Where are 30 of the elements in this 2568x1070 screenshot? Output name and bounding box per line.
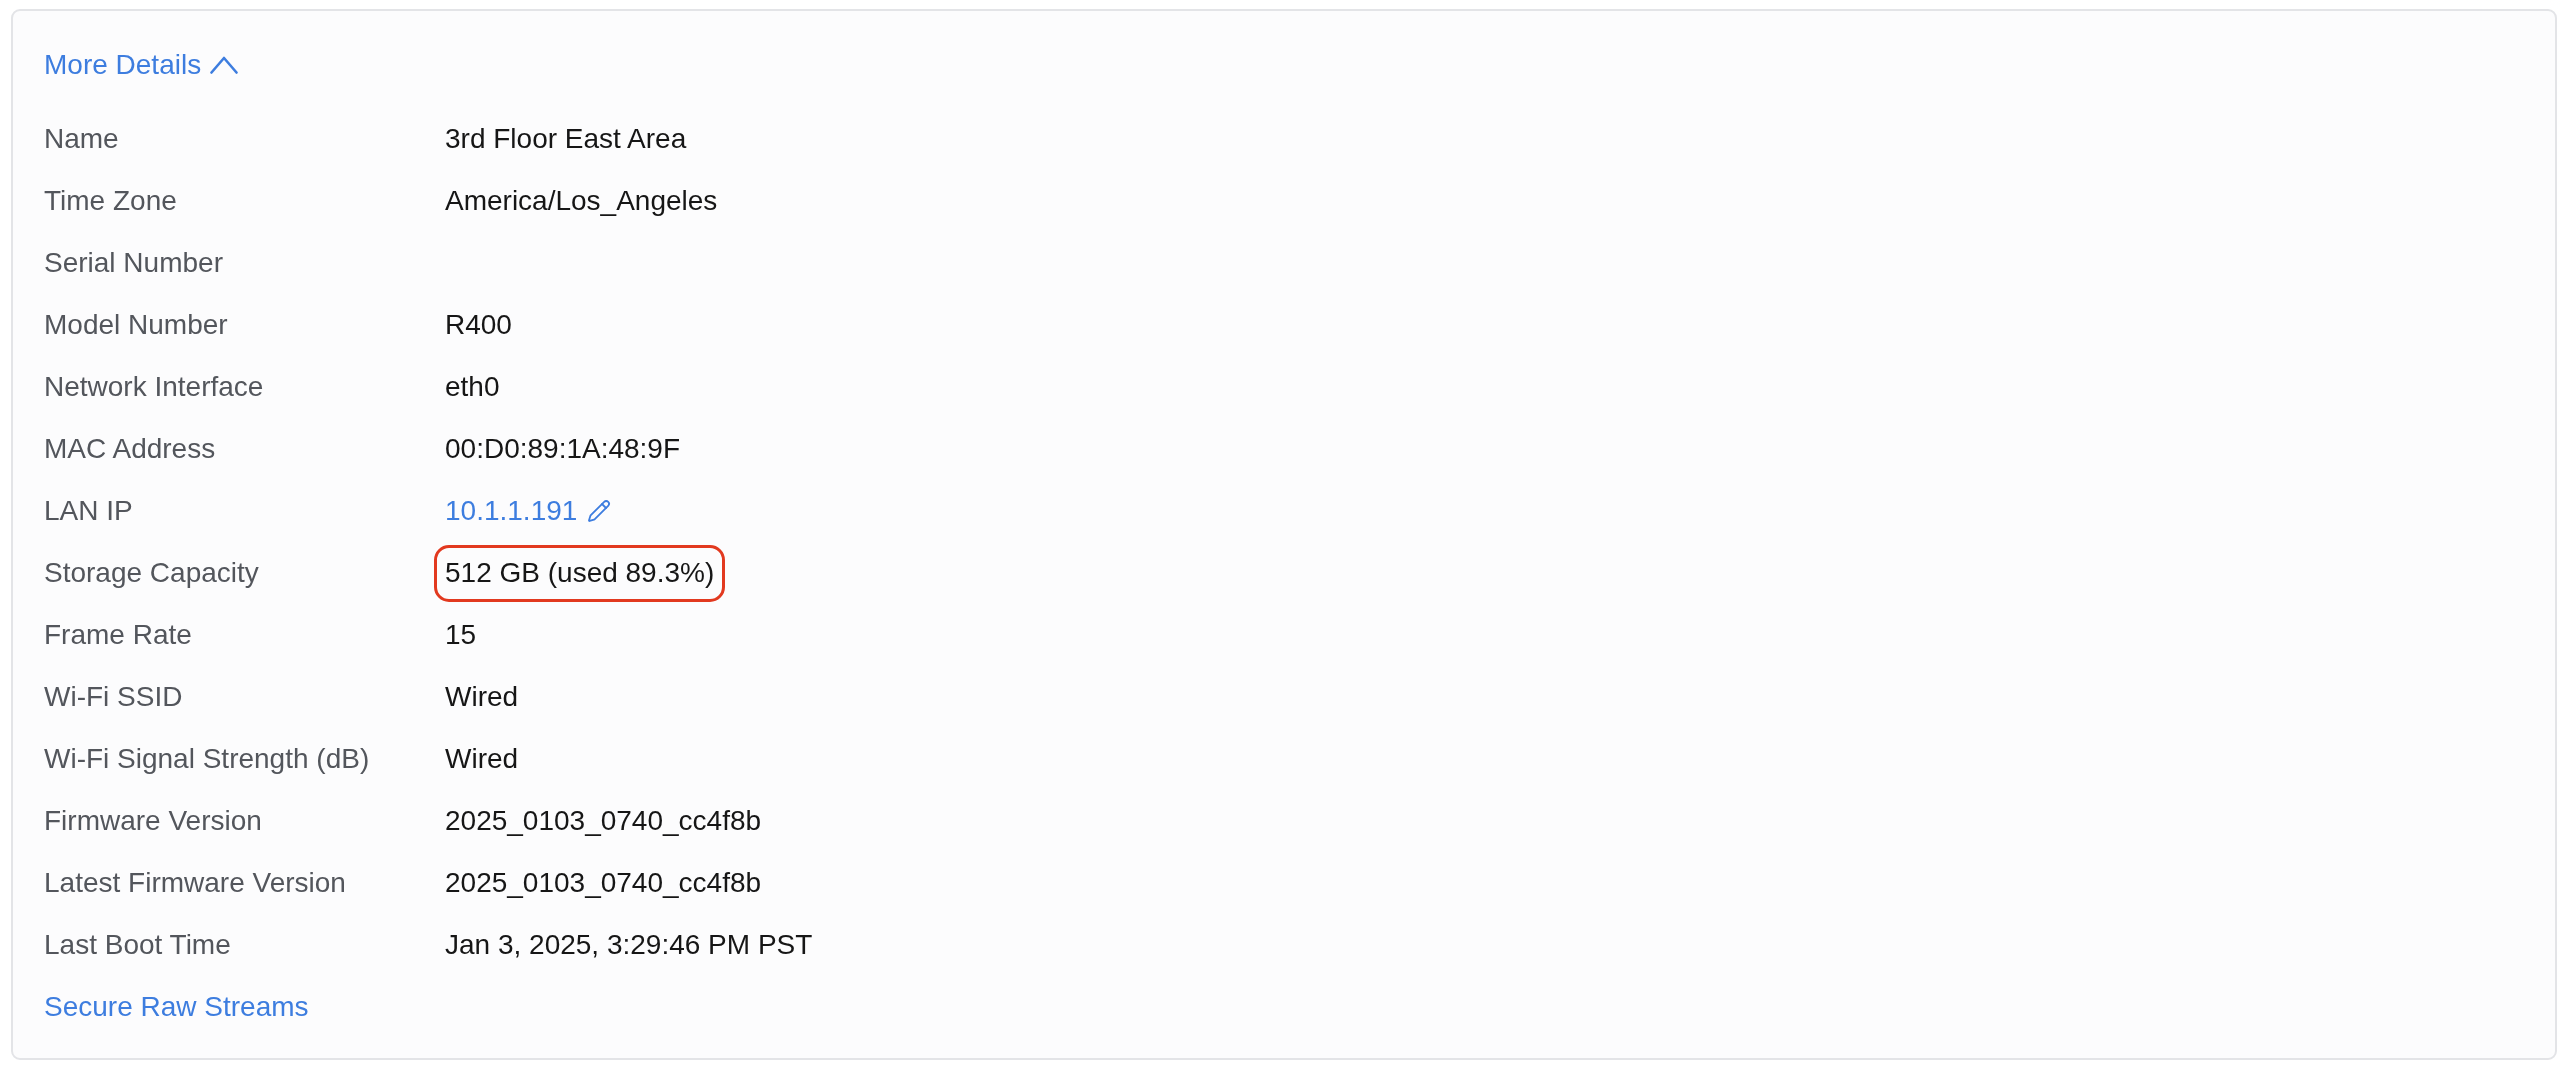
field-label: LAN IP bbox=[44, 495, 133, 527]
field-label: Latest Firmware Version bbox=[44, 867, 346, 899]
field-value: 2025_0103_0740_cc4f8b bbox=[445, 805, 762, 837]
field-value: eth0 bbox=[445, 371, 500, 403]
field-value: Wired bbox=[445, 743, 519, 775]
field-label: Storage Capacity bbox=[44, 557, 259, 589]
field-value: 3rd Floor East Area bbox=[445, 123, 687, 155]
field-value: Wired bbox=[445, 681, 519, 713]
more-details-toggle[interactable]: More Details bbox=[44, 45, 239, 85]
field-value: R400 bbox=[445, 309, 512, 341]
secure-raw-streams-link[interactable]: Secure Raw Streams bbox=[44, 991, 309, 1023]
field-label: Firmware Version bbox=[44, 805, 262, 837]
pencil-icon[interactable] bbox=[587, 499, 612, 523]
field-value: 15 bbox=[445, 619, 477, 651]
field-value: Jan 3, 2025, 3:29:46 PM PST bbox=[445, 929, 813, 961]
field-label: Serial Number bbox=[44, 247, 223, 279]
field-label: Time Zone bbox=[44, 185, 177, 217]
field-label: Last Boot Time bbox=[44, 929, 231, 961]
field-label: Network Interface bbox=[44, 371, 264, 403]
field-value: 00:D0:89:1A:48:9F bbox=[445, 433, 681, 465]
field-value: 2025_0103_0740_cc4f8b bbox=[445, 867, 762, 899]
field-label: Wi-Fi Signal Strength (dB) bbox=[44, 743, 370, 775]
ip-link[interactable]: 10.1.1.191 bbox=[445, 495, 578, 527]
field-label: Wi-Fi SSID bbox=[44, 681, 183, 713]
field-label: Name bbox=[44, 123, 119, 155]
field-value: America/Los_Angeles bbox=[445, 185, 718, 217]
field-label: Frame Rate bbox=[44, 619, 192, 651]
field-label: Model Number bbox=[44, 309, 228, 341]
field-label: MAC Address bbox=[44, 433, 216, 465]
field-value: 512 GB (used 89.3%) bbox=[445, 557, 715, 589]
